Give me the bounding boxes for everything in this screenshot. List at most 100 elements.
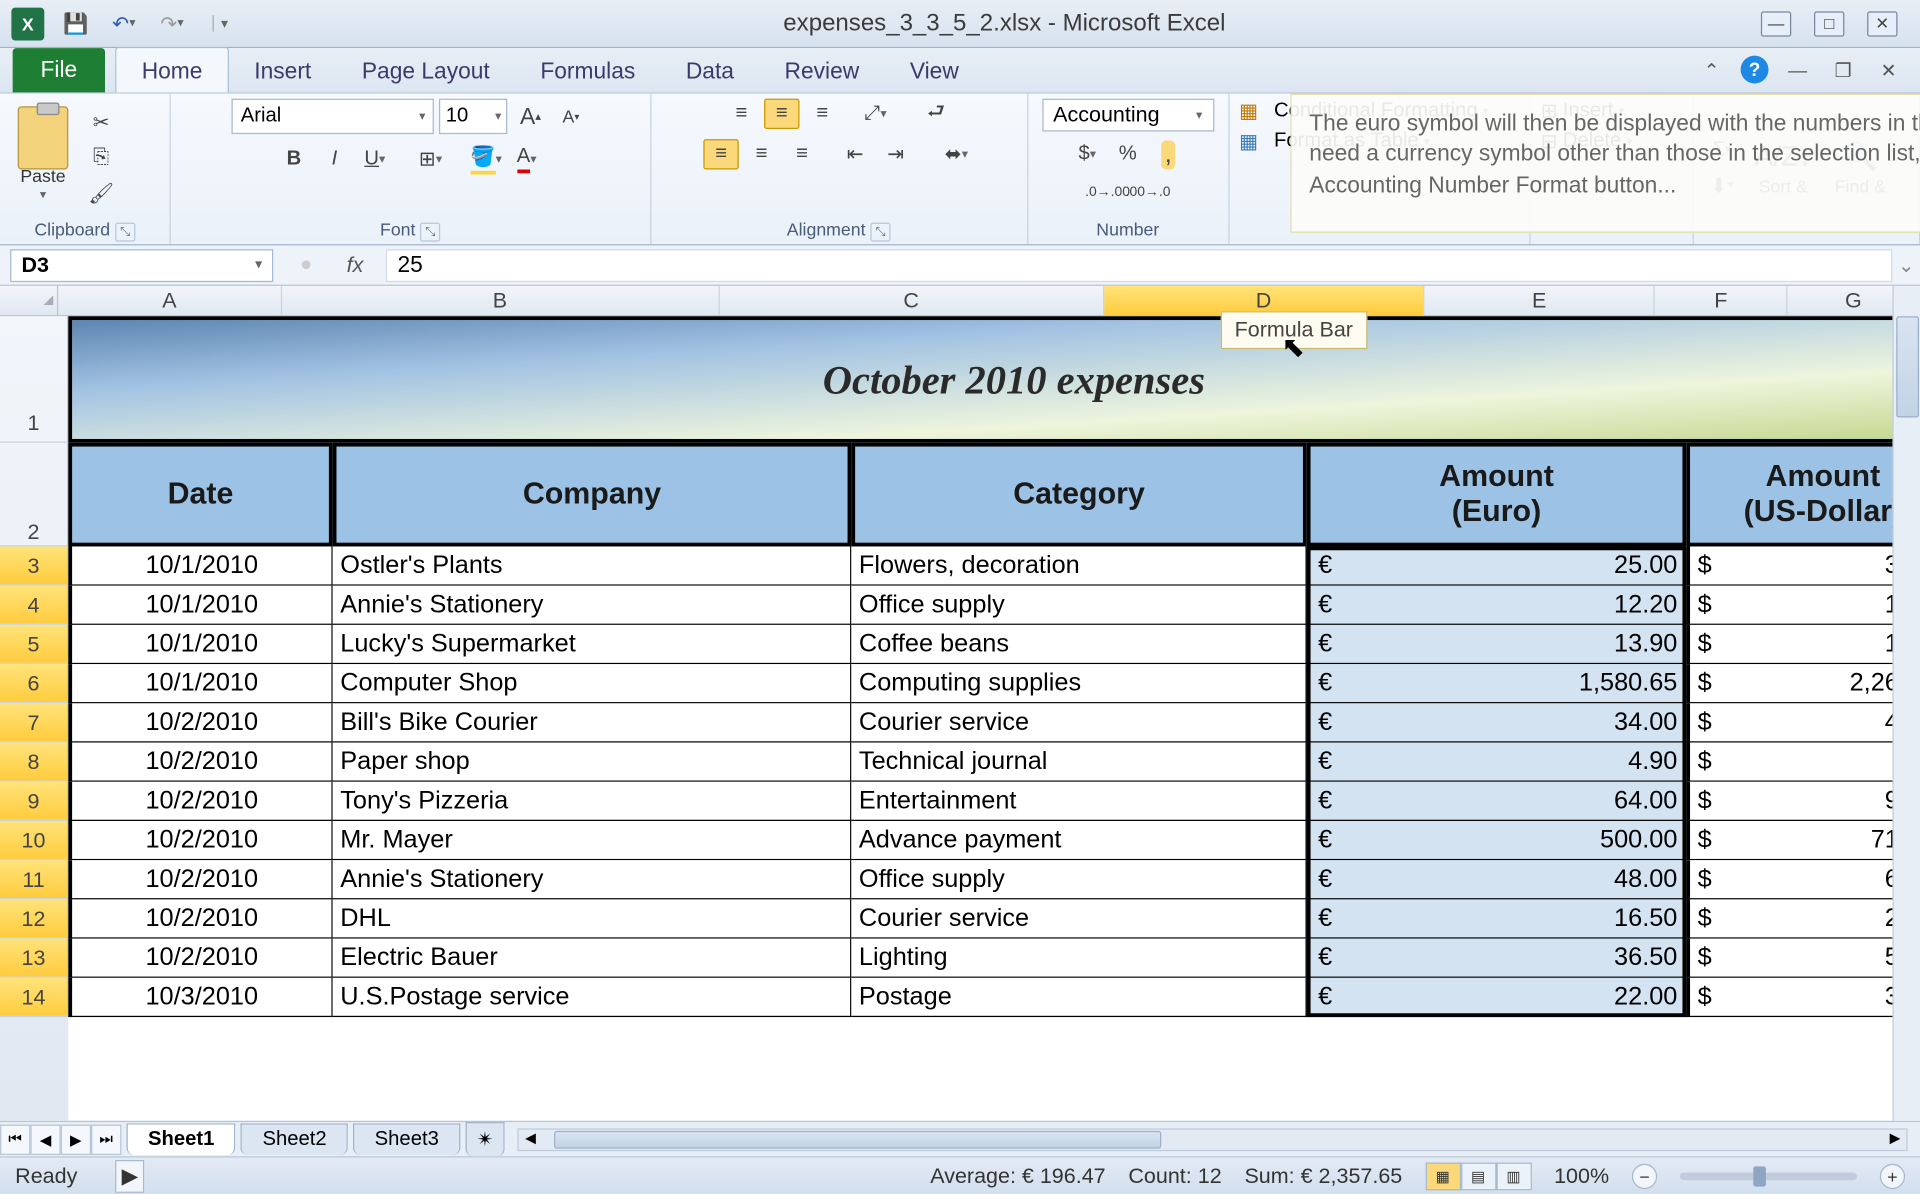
cell[interactable]: €25.00 xyxy=(1307,546,1687,585)
table-row[interactable]: 10/2/2010Paper shopTechnical journal€4.9… xyxy=(68,743,1920,782)
macro-record-icon[interactable]: ▶ xyxy=(115,1159,144,1192)
cell[interactable]: Bill's Bike Courier xyxy=(333,703,852,742)
table-header[interactable]: Category xyxy=(851,443,1306,547)
font-name-select[interactable]: Arial▾ xyxy=(232,99,434,134)
autosum-icon[interactable]: Σ▾ xyxy=(1704,135,1739,165)
cell[interactable]: 10/2/2010 xyxy=(68,899,332,938)
undo-icon[interactable]: ↶▾ xyxy=(106,6,141,41)
cell[interactable]: Flowers, decoration xyxy=(851,546,1306,585)
spreadsheet-grid[interactable]: ◢ ABCDEFG 1234567891011121314 October 20… xyxy=(0,286,1920,1121)
cell[interactable]: Lucky's Supermarket xyxy=(333,625,852,664)
cell[interactable]: Annie's Stationery xyxy=(333,860,852,899)
align-center-icon[interactable]: ≡ xyxy=(744,139,779,169)
cell[interactable]: Courier service xyxy=(851,899,1306,938)
save-icon[interactable]: 💾 xyxy=(58,6,93,41)
cell[interactable]: €48.00 xyxy=(1307,860,1687,899)
bold-icon[interactable]: B xyxy=(276,144,311,174)
table-row[interactable]: 10/2/2010DHLCourier service€16.50$23.64 xyxy=(68,899,1920,938)
row-header-8[interactable]: 8 xyxy=(0,743,68,782)
select-all-corner[interactable]: ◢ xyxy=(0,286,58,315)
percent-icon[interactable]: % xyxy=(1110,139,1145,169)
table-row[interactable]: 10/3/2010U.S.Postage servicePostage€22.0… xyxy=(68,978,1920,1017)
table-header[interactable]: Date xyxy=(68,443,332,547)
cell[interactable]: Mr. Mayer xyxy=(333,821,852,860)
row-header-1[interactable]: 1 xyxy=(0,316,68,443)
comma-style-icon[interactable]: , xyxy=(1151,139,1186,169)
table-header[interactable]: Company xyxy=(333,443,852,547)
column-header-E[interactable]: E xyxy=(1424,286,1655,315)
cell[interactable]: 10/2/2010 xyxy=(68,821,332,860)
tab-data[interactable]: Data xyxy=(661,48,760,92)
increase-decimal-icon[interactable]: .0→.00 xyxy=(1090,177,1125,207)
column-header-A[interactable]: A xyxy=(58,286,281,315)
clipboard-launcher-icon[interactable]: ⤡ xyxy=(115,223,135,242)
cell[interactable]: 10/2/2010 xyxy=(68,782,332,821)
table-row[interactable]: 10/2/2010Annie's StationeryOffice supply… xyxy=(68,860,1920,899)
copy-icon[interactable]: ⎘ xyxy=(83,142,118,172)
row-header-5[interactable]: 5 xyxy=(0,625,68,664)
cell[interactable]: 10/2/2010 xyxy=(68,939,332,978)
font-launcher-icon[interactable]: ⤡ xyxy=(420,223,440,242)
borders-icon[interactable]: ⊞▾ xyxy=(413,144,448,174)
zoom-level[interactable]: 100% xyxy=(1554,1163,1609,1188)
accounting-format-icon[interactable]: $▾ xyxy=(1070,139,1105,169)
row-header-6[interactable]: 6 xyxy=(0,664,68,703)
cell[interactable]: Entertainment xyxy=(851,782,1306,821)
align-right-icon[interactable]: ≡ xyxy=(784,139,819,169)
cell[interactable]: €13.90 xyxy=(1307,625,1687,664)
formula-input[interactable]: 25 xyxy=(386,249,1892,282)
workbook-restore-icon[interactable]: ❐ xyxy=(1827,56,1860,86)
font-color-icon[interactable]: A▾ xyxy=(509,144,544,174)
cell[interactable]: $716.40 xyxy=(1686,821,1920,860)
cell[interactable]: $2,264.76 xyxy=(1686,664,1920,703)
cell[interactable]: Coffee beans xyxy=(851,625,1306,664)
cell[interactable]: $7.02 xyxy=(1686,743,1920,782)
table-row[interactable]: 10/1/2010Ostler's PlantsFlowers, decorat… xyxy=(68,546,1920,585)
workbook-close-icon[interactable]: ✕ xyxy=(1872,56,1905,86)
cell[interactable]: €36.50 xyxy=(1307,939,1687,978)
table-row[interactable]: 10/2/2010Electric BauerLighting€36.50$52… xyxy=(68,939,1920,978)
cell[interactable]: $91.70 xyxy=(1686,782,1920,821)
table-row[interactable]: 10/2/2010Mr. MayerAdvance payment€500.00… xyxy=(68,821,1920,860)
sheet-nav-first-icon[interactable]: ⏮ xyxy=(0,1124,30,1154)
table-row[interactable]: 10/2/2010Bill's Bike CourierCourier serv… xyxy=(68,703,1920,742)
orientation-icon[interactable]: ⤢▾ xyxy=(858,99,893,129)
cell[interactable]: €4.90 xyxy=(1307,743,1687,782)
cell[interactable]: Computer Shop xyxy=(333,664,852,703)
minimize-ribbon-icon[interactable]: ⌃ xyxy=(1695,56,1728,86)
find-select-button[interactable]: 🔍Find & xyxy=(1827,137,1893,198)
cell[interactable]: $19.92 xyxy=(1686,625,1920,664)
cell[interactable]: Postage xyxy=(851,978,1306,1017)
sheet-nav-prev-icon[interactable]: ◀ xyxy=(30,1124,60,1154)
tab-formulas[interactable]: Formulas xyxy=(515,48,660,92)
name-box[interactable]: D3▾ xyxy=(10,249,273,282)
cell[interactable]: €500.00 xyxy=(1307,821,1687,860)
cell[interactable]: 10/1/2010 xyxy=(68,664,332,703)
align-left-icon[interactable]: ≡ xyxy=(703,139,738,169)
cell[interactable]: $35.82 xyxy=(1686,546,1920,585)
cell[interactable]: Computing supplies xyxy=(851,664,1306,703)
zoom-out-icon[interactable]: − xyxy=(1632,1163,1657,1188)
new-sheet-icon[interactable]: ✴ xyxy=(465,1122,505,1156)
vertical-scrollbar[interactable] xyxy=(1892,286,1920,1121)
italic-icon[interactable]: I xyxy=(317,144,352,174)
tab-page-layout[interactable]: Page Layout xyxy=(337,48,515,92)
cell[interactable]: €64.00 xyxy=(1307,782,1687,821)
cell[interactable]: $23.64 xyxy=(1686,899,1920,938)
cell[interactable]: 10/1/2010 xyxy=(68,546,332,585)
fx-icon[interactable]: fx xyxy=(347,252,364,277)
table-row[interactable]: 10/1/2010Computer ShopComputing supplies… xyxy=(68,664,1920,703)
underline-icon[interactable]: U▾ xyxy=(357,144,392,174)
row-header-13[interactable]: 13 xyxy=(0,939,68,978)
help-icon[interactable]: ? xyxy=(1741,56,1769,84)
cell[interactable]: €16.50 xyxy=(1307,899,1687,938)
column-header-C[interactable]: C xyxy=(720,286,1104,315)
row-header-10[interactable]: 10 xyxy=(0,821,68,860)
cell[interactable]: $52.30 xyxy=(1686,939,1920,978)
page-break-view-icon[interactable]: ▥ xyxy=(1496,1162,1531,1190)
delete-cells-button[interactable]: ⊟ Delete▾ xyxy=(1541,129,1633,154)
align-middle-icon[interactable]: ≡ xyxy=(764,99,799,129)
grow-font-icon[interactable]: A▴ xyxy=(513,101,548,131)
table-row[interactable]: 10/2/2010Tony's PizzeriaEntertainment€64… xyxy=(68,782,1920,821)
row-header-11[interactable]: 11 xyxy=(0,860,68,899)
